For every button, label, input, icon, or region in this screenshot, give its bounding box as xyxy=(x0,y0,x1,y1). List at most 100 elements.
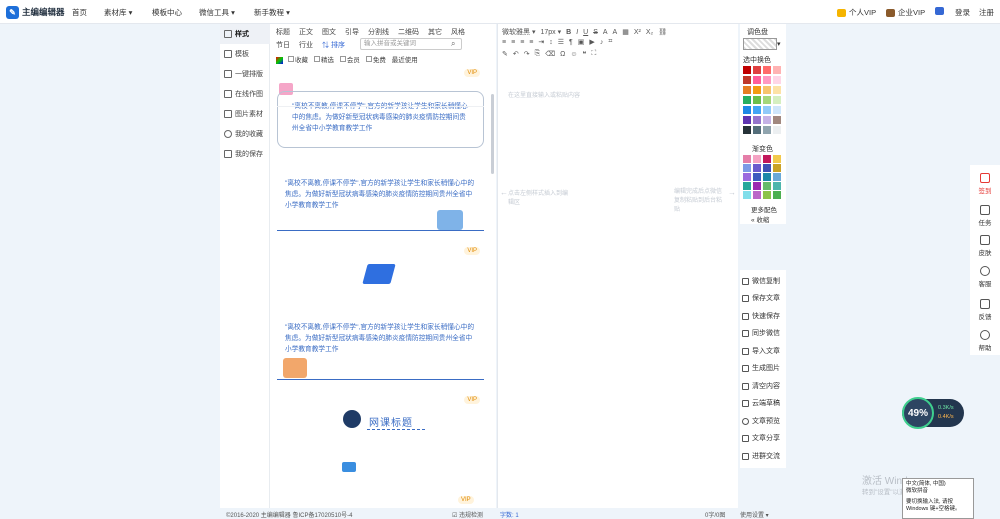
settings-dropdown[interactable]: 使用设置 ▾ xyxy=(740,510,769,519)
filter-free[interactable]: 免费 xyxy=(365,54,386,64)
style-card[interactable]: VIP 网课标题 xyxy=(277,396,484,456)
color-swatch[interactable] xyxy=(763,66,771,74)
color-filter-icon[interactable] xyxy=(276,56,283,64)
chevron-down-icon[interactable]: ▾ xyxy=(777,40,781,48)
article-preview-button[interactable]: 文章预览 xyxy=(742,416,780,426)
menu-online-drawing[interactable]: 在线作图 xyxy=(220,84,270,104)
gradient-swatch[interactable] xyxy=(743,173,751,181)
omega-button[interactable]: Ω xyxy=(560,51,565,58)
font-color-button[interactable]: A xyxy=(603,29,608,36)
color-swatch[interactable] xyxy=(773,116,781,124)
line-height-button[interactable]: ↕ xyxy=(549,39,553,46)
quick-save-button[interactable]: 快速保存 xyxy=(742,311,780,321)
align-justify-button[interactable]: ≡ xyxy=(529,39,533,46)
underline-button[interactable]: U xyxy=(583,29,588,36)
enterprise-vip-link[interactable]: 企业VIP xyxy=(886,7,925,18)
join-group-button[interactable]: 进群交流 xyxy=(742,451,780,461)
format-painter-button[interactable]: ✎ xyxy=(502,50,508,58)
skin-button[interactable]: 皮肤 xyxy=(970,235,1000,257)
color-swatch[interactable] xyxy=(743,86,751,94)
nav-templates[interactable]: 模板中心 xyxy=(152,7,182,18)
message-icon[interactable] xyxy=(935,7,944,15)
customer-service-button[interactable]: 客服 xyxy=(970,266,1000,288)
nav-materials[interactable]: 素材库 ▾ xyxy=(104,7,132,18)
nav-home[interactable]: 首页 xyxy=(72,7,87,18)
bg-color-button[interactable]: A xyxy=(613,29,618,36)
gradient-swatch[interactable] xyxy=(753,191,761,199)
gradient-swatch[interactable] xyxy=(773,182,781,190)
color-swatch[interactable] xyxy=(773,76,781,84)
gradient-swatch[interactable] xyxy=(753,182,761,190)
color-swatch[interactable] xyxy=(753,96,761,104)
tab-guide[interactable]: 引导 xyxy=(345,27,359,37)
generate-image-button[interactable]: 生成图片 xyxy=(742,363,780,373)
collapse-palette-button[interactable]: « 收缩 xyxy=(751,214,769,224)
style-list-scrollbar[interactable] xyxy=(491,94,494,174)
gradient-swatch[interactable] xyxy=(773,155,781,163)
color-swatch[interactable] xyxy=(743,76,751,84)
sign-in-button[interactable]: 签到 xyxy=(970,173,1000,195)
import-article-button[interactable]: 导入文章 xyxy=(742,346,780,356)
color-swatch[interactable] xyxy=(743,106,751,114)
color-swatch[interactable] xyxy=(763,86,771,94)
nav-tutorial[interactable]: 新手教程 ▾ xyxy=(254,7,290,18)
filter-featured[interactable]: 精选 xyxy=(313,54,334,64)
tab-industry[interactable]: 行业 xyxy=(299,40,313,50)
undo-button[interactable]: ↶ xyxy=(513,50,519,58)
style-card[interactable]: VIP "离校不离教,停课不停学",官方的新学孩让学生和家长稍懂心中的焦虑。为做… xyxy=(277,69,484,149)
task-button[interactable]: 任务 xyxy=(970,205,1000,227)
color-swatch[interactable] xyxy=(763,76,771,84)
menu-my-favorites[interactable]: 我的收藏 xyxy=(220,124,270,144)
italic-button[interactable]: I xyxy=(576,29,578,36)
feedback-button[interactable]: 反馈 xyxy=(970,299,1000,321)
article-share-button[interactable]: 文章分享 xyxy=(742,433,780,443)
more-colors-link[interactable]: 更多配色 xyxy=(751,204,777,214)
color-swatch[interactable] xyxy=(743,66,751,74)
current-color-swatch[interactable] xyxy=(743,38,777,50)
table-button[interactable]: ▦ xyxy=(622,28,629,36)
gradient-swatch[interactable] xyxy=(753,164,761,172)
font-size-select[interactable]: 17px ▾ xyxy=(540,28,561,36)
filter-recent[interactable]: 最近使用 xyxy=(392,54,418,64)
color-swatch[interactable] xyxy=(753,86,761,94)
image-button[interactable]: ▣ xyxy=(578,38,585,46)
sync-wechat-button[interactable]: 同步微信 xyxy=(742,328,780,338)
gradient-swatch[interactable] xyxy=(743,164,751,172)
link-icon[interactable]: ⛓ xyxy=(658,28,667,36)
menu-template[interactable]: 模板 xyxy=(220,44,270,64)
color-swatch[interactable] xyxy=(753,66,761,74)
cloud-draft-button[interactable]: 云端草稿 xyxy=(742,398,780,408)
style-card[interactable]: "离校不离教,停课不停学",官方的新学孩让学生和家长稍懂心中的焦虑。为做好新型冠… xyxy=(277,320,484,382)
list-button[interactable]: ☰ xyxy=(558,38,564,46)
paragraph-button[interactable]: ¶ xyxy=(569,39,573,46)
filter-member[interactable]: 会员 xyxy=(339,54,360,64)
violation-check[interactable]: ☑ 违规检测 xyxy=(452,510,483,519)
tab-body[interactable]: 正文 xyxy=(299,27,313,37)
gradient-swatch[interactable] xyxy=(753,173,761,181)
style-card[interactable]: "离校不离教,停课不停学",官方的新学孩让学生和家长稍懂心中的焦虑。为做好新型冠… xyxy=(277,174,484,234)
emoji-button[interactable]: ☺ xyxy=(570,51,577,58)
menu-image-material[interactable]: 图片素材 xyxy=(220,104,270,124)
superscript-button[interactable]: X² xyxy=(634,29,641,36)
save-article-button[interactable]: 保存文章 xyxy=(742,293,780,303)
tab-festival[interactable]: 节日 xyxy=(276,40,290,50)
color-swatch[interactable] xyxy=(763,126,771,134)
personal-vip-link[interactable]: 个人VIP xyxy=(837,7,876,18)
align-left-button[interactable]: ≡ xyxy=(502,39,506,46)
gradient-swatch[interactable] xyxy=(773,191,781,199)
color-swatch[interactable] xyxy=(743,96,751,104)
gradient-swatch[interactable] xyxy=(753,155,761,163)
style-card[interactable] xyxy=(277,460,484,490)
bold-button[interactable]: B xyxy=(566,29,571,36)
color-swatch[interactable] xyxy=(763,116,771,124)
gradient-swatch[interactable] xyxy=(763,191,771,199)
color-swatch[interactable] xyxy=(773,106,781,114)
font-family-select[interactable]: 微软雅黑 ▾ xyxy=(502,27,535,37)
gradient-swatch[interactable] xyxy=(763,155,771,163)
color-swatch[interactable] xyxy=(743,126,751,134)
gradient-swatch[interactable] xyxy=(773,164,781,172)
align-right-button[interactable]: ≡ xyxy=(520,39,524,46)
nav-wechat-tools[interactable]: 微信工具 ▾ xyxy=(199,7,235,18)
indent-button[interactable]: ⇥ xyxy=(538,38,544,46)
menu-style[interactable]: 样式 xyxy=(220,24,270,44)
